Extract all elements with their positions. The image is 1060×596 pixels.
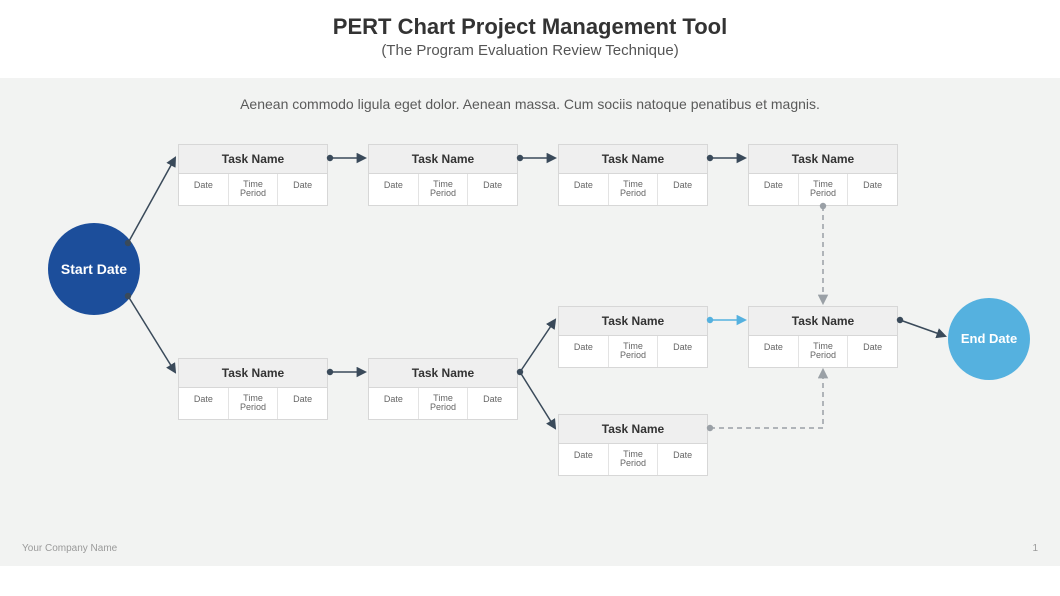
task-cell-start: Date: [749, 174, 798, 205]
task-cell-end: Date: [277, 174, 327, 205]
slide-subtitle: (The Program Evaluation Review Technique…: [0, 42, 1060, 59]
task-node-8: Task Name Date TimePeriod Date: [558, 414, 708, 476]
task-node-2: Task Name Date TimePeriod Date: [368, 144, 518, 206]
task-node-6: Task Name Date TimePeriod Date: [368, 358, 518, 420]
task-cells: Date TimePeriod Date: [559, 336, 707, 367]
task-cell-end: Date: [277, 388, 327, 419]
task-node-4: Task Name Date TimePeriod Date: [748, 144, 898, 206]
task-cell-period: TimePeriod: [798, 174, 848, 205]
task-node-7: Task Name Date TimePeriod Date: [558, 306, 708, 368]
task-title: Task Name: [369, 145, 517, 174]
task-cell-start: Date: [559, 174, 608, 205]
task-cell-end: Date: [847, 336, 897, 367]
task-cells: Date TimePeriod Date: [749, 174, 897, 205]
task-cell-period: TimePeriod: [228, 174, 278, 205]
task-cell-period: TimePeriod: [608, 444, 658, 475]
task-title: Task Name: [559, 145, 707, 174]
task-title: Task Name: [559, 415, 707, 444]
task-cells: Date TimePeriod Date: [369, 388, 517, 419]
task-cell-start: Date: [179, 174, 228, 205]
task-cell-period: TimePeriod: [608, 336, 658, 367]
task-cell-period: TimePeriod: [418, 174, 468, 205]
end-date-node: End Date: [948, 298, 1030, 380]
task-cell-start: Date: [179, 388, 228, 419]
task-cell-start: Date: [749, 336, 798, 367]
task-cell-period: TimePeriod: [608, 174, 658, 205]
start-date-node: Start Date: [48, 223, 140, 315]
footer-company: Your Company Name: [22, 543, 117, 554]
connectors-layer: [0, 78, 1060, 566]
task-node-3: Task Name Date TimePeriod Date: [558, 144, 708, 206]
task-cell-end: Date: [657, 174, 707, 205]
slide: PERT Chart Project Management Tool (The …: [0, 0, 1060, 596]
task-cells: Date TimePeriod Date: [559, 444, 707, 475]
task-cell-start: Date: [369, 388, 418, 419]
task-cell-end: Date: [467, 174, 517, 205]
description-text: Aenean commodo ligula eget dolor. Aenean…: [0, 96, 1060, 112]
task-cell-period: TimePeriod: [418, 388, 468, 419]
task-cells: Date TimePeriod Date: [369, 174, 517, 205]
task-cell-end: Date: [847, 174, 897, 205]
diagram-canvas: Aenean commodo ligula eget dolor. Aenean…: [0, 78, 1060, 566]
task-cell-end: Date: [467, 388, 517, 419]
task-cell-end: Date: [657, 336, 707, 367]
task-node-5: Task Name Date TimePeriod Date: [178, 358, 328, 420]
task-title: Task Name: [179, 359, 327, 388]
task-cell-period: TimePeriod: [228, 388, 278, 419]
header: PERT Chart Project Management Tool (The …: [0, 0, 1060, 59]
end-date-label: End Date: [961, 332, 1017, 347]
task-cells: Date TimePeriod Date: [179, 388, 327, 419]
task-title: Task Name: [369, 359, 517, 388]
slide-title: PERT Chart Project Management Tool: [0, 14, 1060, 40]
task-cells: Date TimePeriod Date: [749, 336, 897, 367]
task-cell-start: Date: [369, 174, 418, 205]
task-node-9: Task Name Date TimePeriod Date: [748, 306, 898, 368]
footer-page-number: 1: [1032, 543, 1038, 554]
task-cell-period: TimePeriod: [798, 336, 848, 367]
task-cell-end: Date: [657, 444, 707, 475]
start-date-label: Start Date: [61, 261, 127, 277]
task-cell-start: Date: [559, 336, 608, 367]
task-title: Task Name: [179, 145, 327, 174]
task-title: Task Name: [749, 145, 897, 174]
task-node-1: Task Name Date TimePeriod Date: [178, 144, 328, 206]
task-cells: Date TimePeriod Date: [559, 174, 707, 205]
task-cell-start: Date: [559, 444, 608, 475]
task-title: Task Name: [559, 307, 707, 336]
task-title: Task Name: [749, 307, 897, 336]
task-cells: Date TimePeriod Date: [179, 174, 327, 205]
